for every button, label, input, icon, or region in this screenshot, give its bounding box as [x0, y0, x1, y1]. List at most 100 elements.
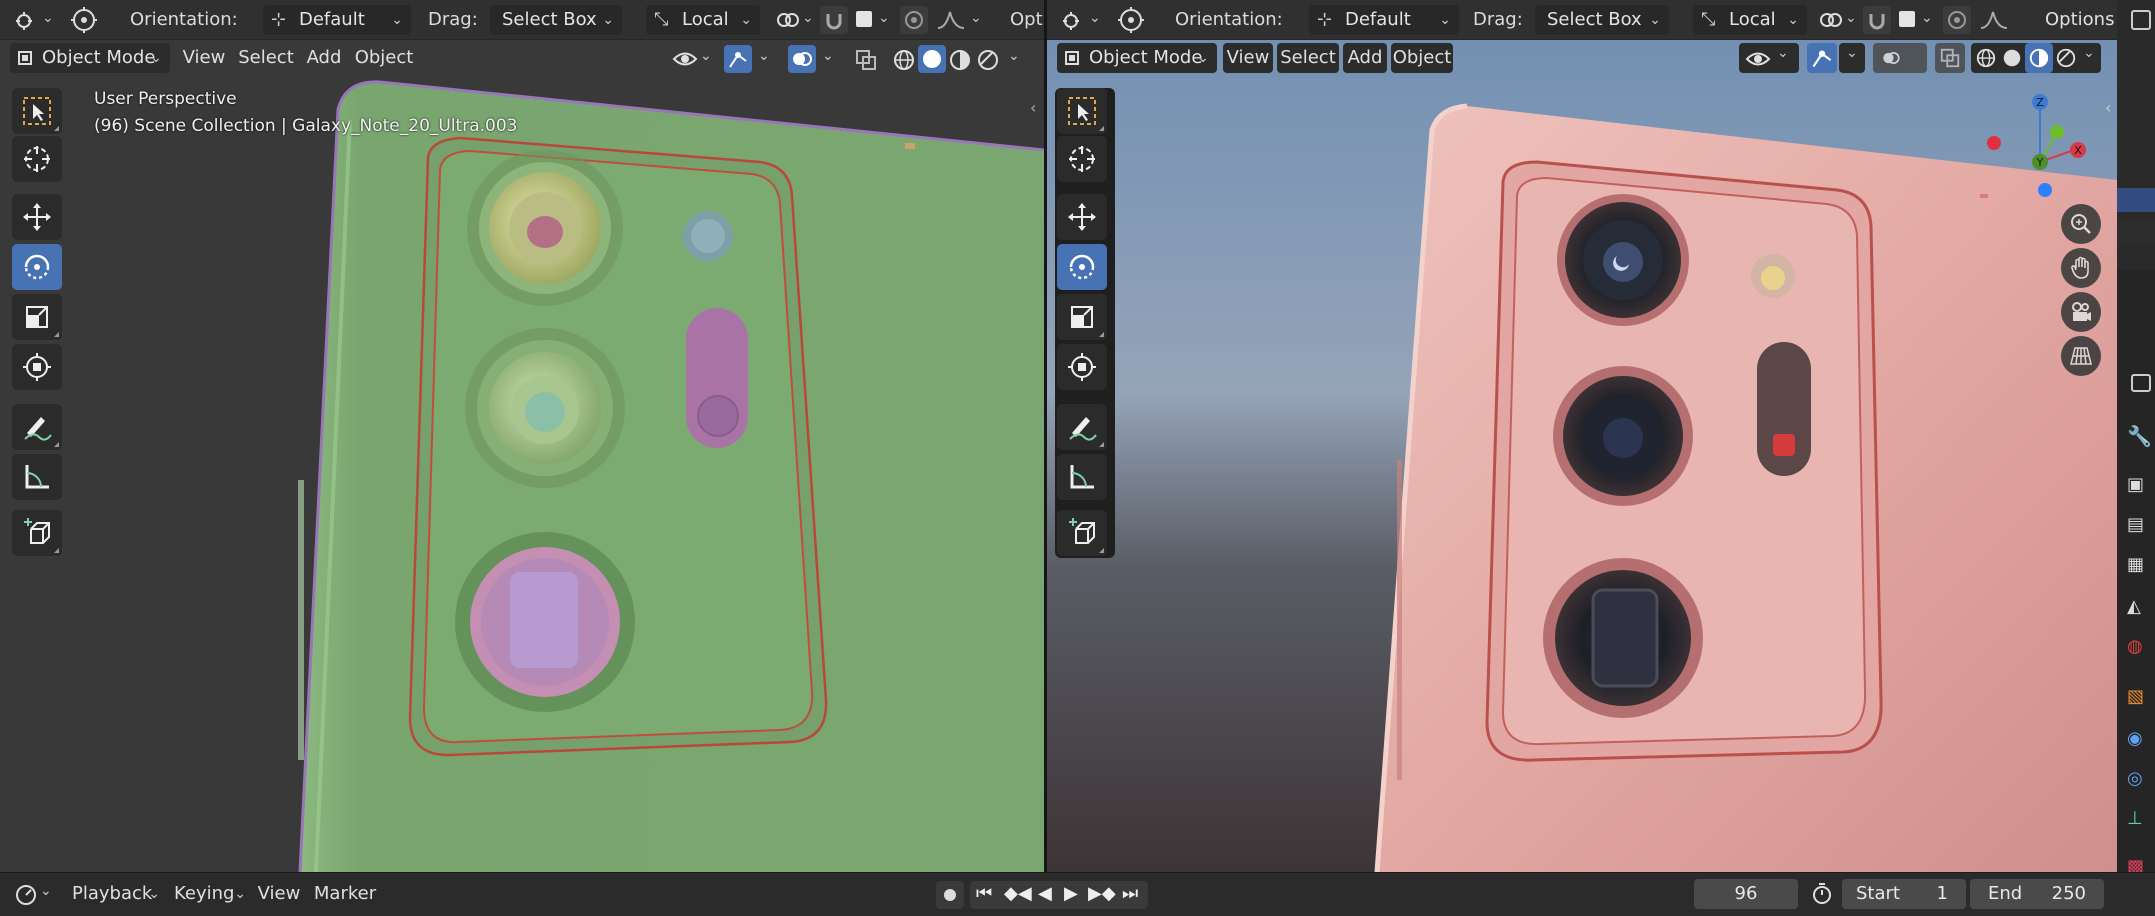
tool-select-box[interactable] — [12, 88, 62, 134]
camera-view-button[interactable] — [2061, 292, 2101, 332]
mode-dropdown[interactable]: Object Mode ⌄ — [10, 43, 170, 73]
overlays-toggle[interactable] — [1873, 43, 1927, 73]
transform-pivot-icon[interactable] — [68, 5, 100, 35]
editor-corner-icon[interactable] — [2131, 10, 2151, 30]
tool-scale[interactable] — [12, 294, 62, 340]
snap-toggle[interactable] — [820, 6, 848, 34]
sidebar-collapse-icon[interactable]: ‹ — [2105, 98, 2111, 117]
modifier-tab-icon[interactable]: ◉ — [2127, 728, 2143, 749]
view-layer-tab-icon[interactable]: ▦ — [2127, 554, 2144, 575]
chevron-down-icon[interactable]: ⌄ — [1008, 48, 1020, 64]
drag-dropdown[interactable]: Select Box ⌄ — [1535, 5, 1669, 35]
tool-annotate[interactable] — [1057, 404, 1107, 450]
transform-pivot-icon[interactable] — [1115, 5, 1147, 35]
tool-measure[interactable] — [1057, 454, 1107, 500]
sidebar-collapse-icon[interactable]: ‹ — [1030, 98, 1036, 117]
perspective-toggle-button[interactable] — [2061, 336, 2101, 376]
play-icon[interactable]: ▶ — [1064, 883, 1078, 904]
visibility-eye-icon[interactable] — [672, 48, 698, 70]
outliner-selected-row[interactable] — [2117, 188, 2155, 212]
xray-toggle[interactable] — [1935, 43, 1965, 73]
tool-rotate[interactable] — [1057, 244, 1107, 290]
chevron-down-icon[interactable]: ⌄ — [1845, 10, 1857, 26]
timeline-view-menu[interactable]: View — [254, 879, 304, 909]
left-viewport[interactable]: ⌄ Orientation: ⊹ Default ⌄ Drag: Select … — [0, 0, 1044, 872]
chevron-down-icon[interactable]: ⌄ — [40, 883, 52, 899]
chevron-down-icon[interactable]: ⌄ — [1921, 10, 1933, 26]
tool-transform[interactable] — [1057, 344, 1107, 390]
add-menu[interactable]: Add — [302, 43, 346, 73]
link-icon[interactable] — [776, 9, 800, 31]
wireframe-shading-icon[interactable] — [892, 48, 916, 72]
pivot-dropdown[interactable]: ⤡ Local ⌄ — [646, 5, 760, 35]
select-menu[interactable]: Select — [236, 43, 296, 73]
gizmo-toggle[interactable] — [1807, 43, 1837, 73]
snap-toggle[interactable] — [1863, 6, 1891, 34]
solid-shading-button[interactable] — [918, 45, 946, 73]
stopwatch-icon[interactable] — [1810, 882, 1834, 906]
current-frame-field[interactable]: 96 — [1694, 879, 1798, 909]
tool-tab-icon[interactable]: 🔧 — [2127, 424, 2152, 448]
proportional-edit-toggle[interactable] — [900, 6, 928, 34]
playback-menu[interactable]: Playback ⌄ — [64, 879, 164, 909]
output-tab-icon[interactable]: ▤ — [2127, 514, 2144, 535]
timeline-editor-icon[interactable] — [14, 883, 38, 907]
tool-transform[interactable] — [12, 344, 62, 390]
link-icon[interactable] — [1819, 9, 1843, 31]
world-tab-icon[interactable]: ◍ — [2127, 636, 2143, 657]
falloff-curve-icon[interactable] — [936, 8, 966, 32]
right-viewport[interactable]: ⌄ Orientation: ⊹ Default ⌄ Drag: Select … — [1047, 0, 2117, 872]
chevron-down-icon[interactable]: ⌄ — [970, 10, 982, 26]
view-menu[interactable]: View — [1223, 43, 1273, 73]
chevron-down-icon[interactable]: ⌄ — [802, 10, 814, 26]
proportional-edit-toggle[interactable] — [1943, 6, 1971, 34]
tool-move[interactable] — [12, 194, 62, 240]
chevron-down-icon[interactable]: ⌄ — [758, 48, 770, 64]
mode-dropdown[interactable]: Object Mode ⌄ — [1057, 43, 1217, 73]
outliner-row[interactable] — [2117, 222, 2155, 244]
tool-cursor[interactable] — [12, 136, 62, 182]
chevron-down-icon[interactable]: ⌄ — [42, 10, 54, 26]
editor-type-icon[interactable] — [14, 8, 40, 32]
jump-keyframe-back-icon[interactable]: ◆◀ — [1004, 883, 1032, 904]
orientation-dropdown[interactable]: ⊹ Default ⌄ — [1309, 5, 1459, 35]
pan-button[interactable] — [2061, 248, 2101, 288]
tool-annotate[interactable] — [12, 404, 62, 450]
jump-end-icon[interactable]: ⏭ — [1122, 883, 1138, 904]
object-menu[interactable]: Object — [1391, 43, 1453, 73]
end-frame-field[interactable]: End 250 — [1970, 879, 2104, 909]
tool-select-box[interactable] — [1057, 88, 1107, 134]
tool-measure[interactable] — [12, 454, 62, 500]
keying-menu[interactable]: Keying ⌄ — [166, 879, 250, 909]
falloff-curve-icon[interactable] — [1979, 8, 2009, 32]
chevron-down-icon[interactable]: ⌄ — [700, 48, 712, 64]
tool-move[interactable] — [1057, 194, 1107, 240]
options-label[interactable]: Opti — [1010, 9, 1044, 31]
record-button[interactable] — [936, 881, 964, 909]
properties-editor-icon[interactable] — [2131, 374, 2151, 392]
chevron-down-icon[interactable]: ⌄ — [822, 48, 834, 64]
orientation-dropdown[interactable]: ⊹ Default ⌄ — [263, 5, 411, 35]
tool-rotate[interactable] — [12, 244, 62, 290]
tool-cursor[interactable] — [1057, 136, 1107, 182]
marker-menu[interactable]: Marker — [310, 879, 380, 909]
play-reverse-icon[interactable]: ◀ — [1038, 883, 1052, 904]
scene-tab-icon[interactable]: ◭ — [2127, 596, 2141, 617]
view-menu[interactable]: View — [178, 43, 230, 73]
chevron-down-icon[interactable]: ⌄ — [1089, 10, 1101, 26]
jump-keyframe-forward-icon[interactable]: ▶◆ — [1088, 883, 1116, 904]
shading-group[interactable]: ⌄ — [1971, 43, 2101, 73]
tool-add-cube[interactable] — [12, 510, 62, 556]
rendered-shading-icon[interactable] — [976, 48, 1000, 72]
constraints-tab-icon[interactable]: ⊥ — [2127, 808, 2143, 829]
navigation-gizmo[interactable]: Z X Y — [1977, 88, 2097, 208]
zoom-button[interactable] — [2061, 204, 2101, 244]
overlays-toggle[interactable] — [788, 45, 816, 73]
gizmo-dropdown[interactable]: ⌄ — [1839, 43, 1865, 73]
editor-type-icon[interactable] — [1061, 8, 1087, 32]
material-shading-icon[interactable] — [948, 48, 972, 72]
snap-element-icon[interactable] — [856, 11, 872, 27]
jump-start-icon[interactable]: ⏮ — [976, 883, 992, 904]
select-menu[interactable]: Select — [1277, 43, 1339, 73]
render-tab-icon[interactable]: ▣ — [2127, 474, 2144, 495]
